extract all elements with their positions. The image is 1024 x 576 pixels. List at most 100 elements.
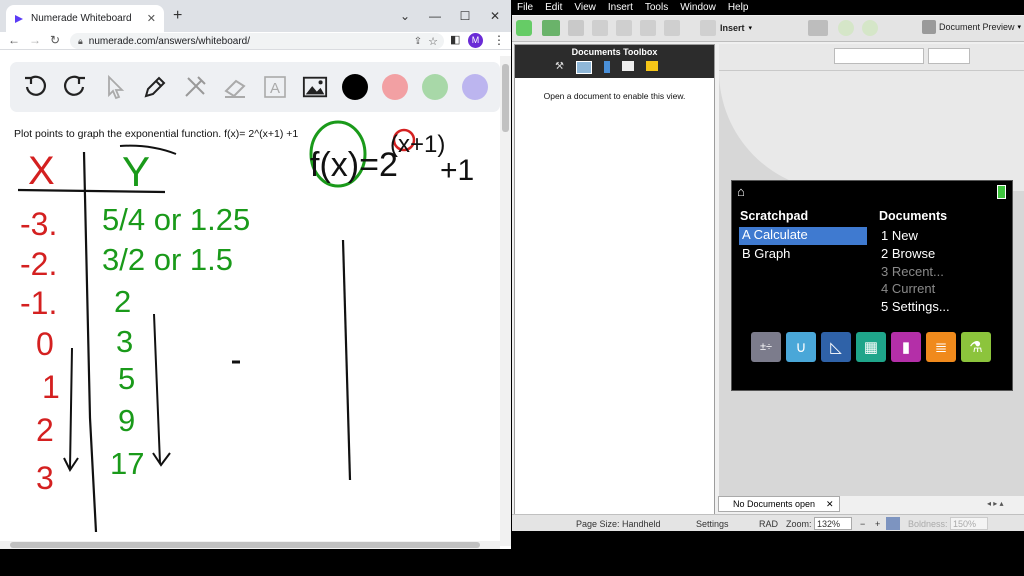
y-value: 2 bbox=[114, 284, 131, 319]
undo-ti-icon[interactable] bbox=[664, 20, 680, 36]
document-tab-close-icon[interactable]: ✕ bbox=[826, 499, 834, 510]
menu-edit[interactable]: Edit bbox=[545, 2, 562, 13]
ti-nspire-window: File Edit View Insert Tools Window Help … bbox=[512, 0, 1024, 531]
undo-icon[interactable] bbox=[22, 74, 48, 100]
cut-icon[interactable] bbox=[592, 20, 608, 36]
x-value: -2. bbox=[20, 246, 57, 282]
documents-settings-item[interactable]: 5 Settings... bbox=[881, 299, 950, 314]
open-folder-icon[interactable] bbox=[542, 20, 560, 36]
whiteboard-canvas[interactable]: X Y -3. -2. -1. 0 1 2 3 5/4 or 1.25 3/2 … bbox=[0, 118, 498, 543]
pen-icon[interactable] bbox=[142, 74, 168, 100]
new-document-icon[interactable] bbox=[516, 20, 532, 36]
shapes-tools-icon[interactable] bbox=[182, 74, 208, 100]
paste-icon[interactable] bbox=[640, 20, 656, 36]
image-insert-icon[interactable] bbox=[302, 74, 328, 100]
notes-app-icon[interactable]: ≣ bbox=[926, 332, 956, 362]
back-icon[interactable]: ← bbox=[8, 33, 20, 47]
folder-icon[interactable] bbox=[645, 61, 658, 71]
document-preview-button[interactable]: Document Preview ▾ bbox=[922, 20, 1021, 34]
zoom-in-button[interactable]: + bbox=[875, 519, 880, 529]
zoom-label: Zoom: bbox=[786, 519, 812, 529]
fit-screen-icon[interactable] bbox=[886, 517, 900, 530]
format-toolbar bbox=[719, 44, 1024, 71]
color-red-swatch[interactable] bbox=[382, 74, 408, 100]
document-preview-label: Document Preview bbox=[939, 22, 1015, 32]
insert-button[interactable]: Insert ▾ bbox=[700, 20, 752, 36]
insert-icon bbox=[700, 20, 716, 36]
equation-exponent: (x+1) bbox=[390, 131, 445, 158]
bookmark-star-icon[interactable]: ☆ bbox=[428, 35, 438, 48]
zoom-select[interactable]: 132% bbox=[814, 517, 852, 530]
documents-header: Documents bbox=[879, 209, 948, 223]
share-icon[interactable]: ⇪ bbox=[414, 36, 422, 47]
lists-spreadsheet-app-icon[interactable]: ▦ bbox=[856, 332, 886, 362]
minimize-button[interactable]: — bbox=[420, 0, 450, 32]
zoom-out-button[interactable]: − bbox=[860, 519, 865, 529]
color-black-swatch[interactable] bbox=[342, 74, 368, 100]
boldness-label: Boldness: bbox=[908, 519, 948, 529]
screen-capture-icon[interactable] bbox=[808, 20, 828, 36]
new-tab-button[interactable]: + bbox=[173, 7, 182, 25]
graphs-app-icon[interactable]: ∪ bbox=[786, 332, 816, 362]
main-toolbar: Insert ▾ Document Preview ▾ bbox=[512, 16, 1024, 42]
toolbox-message: Open a document to enable this view. bbox=[543, 91, 686, 101]
side-panel-icon[interactable]: ◧ bbox=[450, 33, 460, 46]
y-value: 17 bbox=[110, 446, 144, 481]
select-pointer-icon[interactable] bbox=[102, 74, 128, 100]
y-value: 3 bbox=[116, 324, 133, 359]
data-statistics-app-icon[interactable]: ▮ bbox=[891, 332, 921, 362]
color-green-swatch[interactable] bbox=[422, 74, 448, 100]
more-menu-icon[interactable]: ⋮ bbox=[493, 33, 505, 47]
reload-icon[interactable]: ↻ bbox=[50, 33, 60, 47]
url-field[interactable]: 🔒︎ numerade.com/answers/whiteboard/ ⇪ ☆ bbox=[70, 33, 444, 49]
documents-current-item: 4 Current bbox=[881, 281, 936, 296]
nav-arrows[interactable]: ◂ ▸ ▴ bbox=[987, 499, 1004, 508]
menu-insert[interactable]: Insert bbox=[608, 2, 633, 13]
document-tab[interactable]: No Documents open ✕ bbox=[718, 496, 840, 512]
page-size-status[interactable]: Page Size: Handheld bbox=[576, 519, 661, 529]
font-field[interactable] bbox=[834, 48, 924, 64]
text-tool-icon[interactable]: A bbox=[262, 74, 288, 100]
tab-search-icon[interactable]: ⌄ bbox=[390, 0, 420, 32]
vertical-scrollbar[interactable] bbox=[500, 56, 511, 546]
horizontal-scrollbar[interactable] bbox=[0, 541, 500, 549]
tab-close-icon[interactable]: ✕ bbox=[147, 12, 156, 25]
menu-view[interactable]: View bbox=[574, 2, 596, 13]
save-icon[interactable] bbox=[568, 20, 584, 36]
scratchpad-header: Scratchpad bbox=[740, 209, 809, 223]
copy-icon[interactable] bbox=[616, 20, 632, 36]
font-size-field[interactable] bbox=[928, 48, 970, 64]
page-sorter-icon[interactable] bbox=[575, 61, 592, 74]
menu-window[interactable]: Window bbox=[680, 2, 716, 13]
scratchpad-graph-item[interactable]: B Graph bbox=[742, 246, 790, 261]
arrow-left-icon[interactable] bbox=[838, 20, 854, 36]
arrow-right-icon[interactable] bbox=[862, 20, 878, 36]
content-icon[interactable] bbox=[621, 61, 634, 71]
handheld-screen[interactable]: ⌂ Scratchpad Documents A Calculate B Gra… bbox=[731, 180, 1013, 391]
forward-icon[interactable]: → bbox=[29, 33, 41, 47]
documents-new-item[interactable]: 1 New bbox=[881, 228, 918, 243]
eraser-icon[interactable] bbox=[222, 74, 248, 100]
boldness-select[interactable]: 150% bbox=[950, 517, 988, 530]
menu-help[interactable]: Help bbox=[728, 2, 749, 13]
documents-browse-item[interactable]: 2 Browse bbox=[881, 246, 935, 261]
tools-icon[interactable]: ⚒ bbox=[555, 61, 564, 74]
vernier-dataquest-app-icon[interactable]: ⚗ bbox=[961, 332, 991, 362]
browser-tab[interactable]: Numerade Whiteboard ✕ bbox=[6, 5, 164, 32]
redo-icon[interactable] bbox=[62, 74, 88, 100]
insert-label: Insert bbox=[720, 23, 745, 33]
menu-bar: File Edit View Insert Tools Window Help bbox=[512, 0, 1024, 15]
menu-tools[interactable]: Tools bbox=[645, 2, 668, 13]
close-window-button[interactable]: ✕ bbox=[480, 0, 510, 32]
maximize-button[interactable]: ☐ bbox=[450, 0, 480, 32]
home-icon[interactable]: ⌂ bbox=[737, 184, 745, 199]
handheld-icon[interactable] bbox=[603, 61, 610, 73]
calculator-app-icon[interactable]: ±÷ bbox=[751, 332, 781, 362]
color-purple-swatch[interactable] bbox=[462, 74, 488, 100]
scratchpad-calculate-item[interactable]: A Calculate bbox=[739, 227, 867, 245]
geometry-app-icon[interactable]: ◺ bbox=[821, 332, 851, 362]
settings-status[interactable]: Settings bbox=[696, 519, 729, 529]
menu-file[interactable]: File bbox=[517, 2, 533, 13]
background-curve bbox=[719, 71, 1024, 191]
avatar[interactable]: M bbox=[468, 33, 483, 48]
